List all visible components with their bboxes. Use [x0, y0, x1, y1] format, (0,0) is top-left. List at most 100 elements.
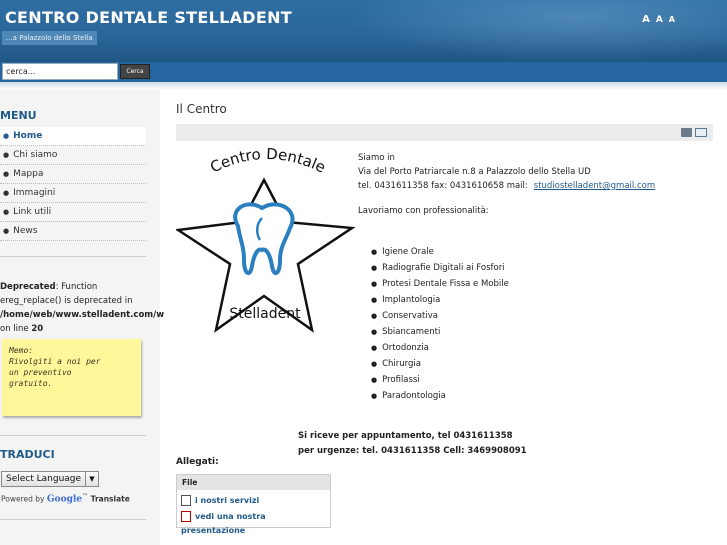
appointment-info: Si riceve per appuntamento, tel 04316113…	[298, 429, 527, 459]
powered-by-text: Powered by	[1, 494, 45, 504]
menu-item-immagini[interactable]: ● Immagini	[0, 184, 146, 203]
font-increase-button[interactable]: A	[642, 14, 650, 25]
page-title: Il Centro	[176, 102, 227, 116]
service-item: ● Paradontologia	[371, 388, 509, 404]
bullet-icon: ●	[371, 328, 378, 336]
bullet-icon: ●	[371, 264, 378, 272]
service-item: ● Sbiancamenti	[371, 324, 509, 340]
service-item: ● Ortodonzia	[371, 340, 509, 356]
service-label: Igiene Orale	[382, 247, 434, 257]
service-label: Conservativa	[382, 311, 438, 321]
service-item: ● Chirurgia	[371, 356, 509, 372]
menu-item-mappa[interactable]: ● Mappa	[0, 165, 146, 184]
memo-line: un preventivo	[9, 368, 72, 377]
services-list: ● Igiene Orale ● Radiografie Digitali ai F…	[371, 244, 509, 404]
warning-line: 20	[31, 324, 44, 334]
google-word: Google	[46, 494, 83, 505]
bullet-icon: ●	[371, 360, 378, 368]
site-tagline: ...a Palazzolo dello Stella	[2, 31, 97, 45]
memo-note: Memo: Rivolgiti a noi per un preventivo …	[2, 339, 141, 416]
service-item: ● Implantologia	[371, 292, 509, 308]
top-band	[0, 82, 727, 90]
main-menu: ● Home ● Chi siamo ● Mappa ● Immagini ● Link …	[0, 127, 146, 241]
menu-item-label: Immagini	[13, 188, 56, 198]
urgency-line: per urgenze: tel. 0431611358 Cell: 34699…	[298, 446, 527, 456]
site-header: CENTRO DENTALE STELLADENT ...a Palazzolo…	[0, 0, 727, 62]
attachment-label: i nostri servizi	[195, 496, 260, 505]
bullet-icon: ●	[371, 344, 378, 352]
service-label: Implantologia	[382, 295, 441, 305]
service-label: Paradontologia	[382, 391, 446, 401]
email-icon[interactable]	[695, 128, 707, 137]
service-label: Radiografie Digitali ai Fosfori	[382, 263, 505, 273]
attachments-header: File	[177, 475, 330, 490]
service-item: ● Profilassi	[371, 372, 509, 388]
content-toolbar	[176, 124, 713, 141]
warning-label: Deprecated	[0, 282, 56, 292]
bullet-icon: ●	[3, 227, 10, 235]
memo-line: gratuito.	[9, 379, 53, 388]
menu-item-label: Mappa	[13, 169, 44, 179]
intro-text: Siamo in Via del Porto Patriarcale n.8 a…	[358, 151, 718, 193]
attachment-link-presentazione[interactable]: vedi una nostra presentazione	[181, 510, 330, 535]
print-icon[interactable]	[681, 128, 692, 137]
font-sizer: AAA	[636, 14, 675, 25]
professionalism-text: Lavoriamo con professionalità:	[358, 206, 489, 216]
menu-item-label: Link utili	[13, 207, 52, 217]
service-label: Protesi Dentale Fissa e Mobile	[382, 279, 509, 289]
powered-by-google[interactable]: Powered by Google™ Translate	[1, 493, 130, 505]
language-select[interactable]: Select Language ▼	[1, 471, 99, 487]
trademark-mark: ™	[82, 493, 89, 500]
warning-path: /home/web/www.stelladent.com/w	[0, 310, 165, 320]
appointment-line: Si riceve per appuntamento, tel 04316113…	[298, 431, 513, 441]
document-icon	[181, 495, 191, 506]
contact-text: tel. 0431611358 fax: 0431610658 mail:	[358, 181, 528, 191]
menu-item-label: Chi siamo	[13, 150, 58, 160]
menu-item-home[interactable]: ● Home	[0, 127, 146, 146]
intro-line: Siamo in	[358, 153, 395, 163]
menu-title: MENU	[0, 109, 37, 122]
font-reset-button[interactable]: A	[656, 15, 663, 25]
contact-line: tel. 0431611358 fax: 0431610658 mail: stu…	[358, 179, 718, 193]
email-link[interactable]: studiostelladent@gmail.com	[534, 181, 655, 191]
logo-bottom-text: Stelladent	[229, 306, 301, 322]
service-label: Profilassi	[382, 375, 420, 385]
sidebar-divider	[0, 435, 146, 436]
menu-item-chi-siamo[interactable]: ● Chi siamo	[0, 146, 146, 165]
attachments-table: File i nostri servizi vedi una nostra pr…	[176, 474, 331, 535]
bullet-icon: ●	[371, 296, 378, 304]
font-decrease-button[interactable]: A	[669, 15, 675, 24]
bullet-icon: ●	[3, 151, 10, 159]
dropdown-arrow-icon[interactable]: ▼	[85, 472, 98, 486]
bullet-icon: ●	[3, 208, 10, 216]
attachment-label: vedi una nostra presentazione	[181, 512, 266, 535]
address-line: Via del Porto Patriarcale n.8 a Palazzol…	[358, 167, 591, 177]
search-button[interactable]: Cerca	[120, 64, 150, 79]
bullet-icon: ●	[371, 392, 378, 400]
service-item: ● Igiene Orale	[371, 244, 509, 260]
sidebar-divider	[0, 256, 146, 257]
bullet-icon: ●	[371, 312, 378, 320]
site-title[interactable]: CENTRO DENTALE STELLADENT	[5, 8, 292, 27]
menu-item-label: News	[13, 226, 38, 236]
bullet-icon: ●	[3, 189, 10, 197]
bullet-icon: ●	[371, 280, 378, 288]
stelladent-logo: Centro Dentale Stelladent	[176, 148, 356, 333]
service-label: Ortodonzia	[382, 343, 429, 353]
service-label: Sbiancamenti	[382, 327, 441, 337]
php-warning: Deprecated: Function ereg_replace() is d…	[0, 280, 164, 336]
pdf-icon	[181, 511, 191, 522]
warning-text-2: on line	[0, 324, 32, 334]
attachments-title: Allegati:	[176, 457, 219, 467]
translate-text: Translate	[90, 494, 130, 504]
bullet-icon: ●	[3, 170, 10, 178]
memo-line: Memo:	[9, 346, 34, 355]
translate-title: TRADUCI	[0, 448, 55, 461]
sidebar-divider	[0, 519, 146, 520]
menu-item-link-utili[interactable]: ● Link utili	[0, 203, 146, 222]
bullet-icon: ●	[3, 132, 10, 140]
service-item: ● Protesi Dentale Fissa e Mobile	[371, 276, 509, 292]
attachment-link-servizi[interactable]: i nostri servizi	[181, 494, 259, 508]
menu-item-news[interactable]: ● News	[0, 222, 146, 241]
search-input[interactable]	[2, 63, 118, 80]
